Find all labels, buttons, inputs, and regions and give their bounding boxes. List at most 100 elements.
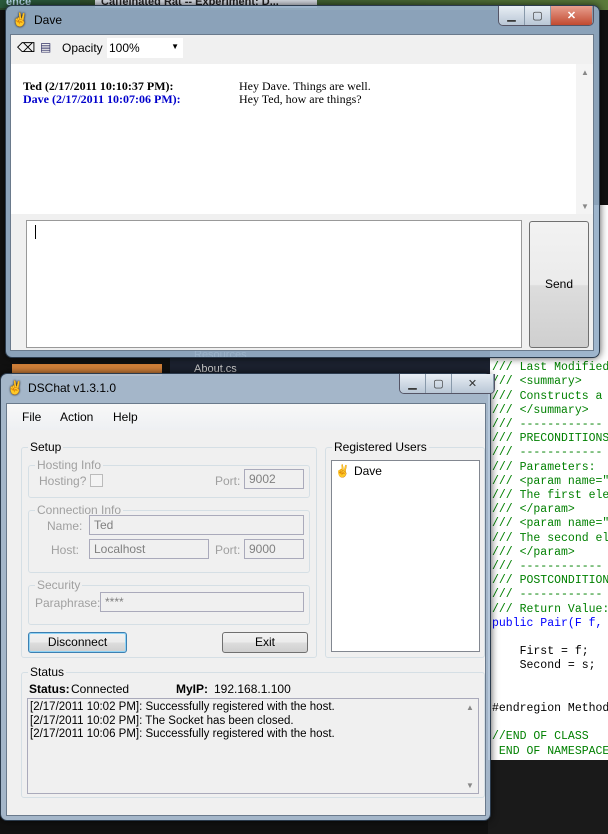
registered-users-group: Registered Users ✌ Dave — [325, 440, 485, 658]
code-line: /// </param> — [492, 545, 575, 559]
hosting-port-field[interactable]: 9002 — [244, 469, 304, 489]
scrollbar[interactable]: ▲ ▼ — [461, 699, 478, 793]
connection-info-group: Connection Info Name: Ted Host: Localhos… — [28, 503, 310, 573]
close-button[interactable]: ✕ — [452, 374, 494, 393]
eraser-icon[interactable]: ⌫ — [17, 40, 35, 56]
menu-help[interactable]: Help — [113, 410, 138, 424]
window-title: DSChat v1.3.1.0 — [28, 381, 117, 395]
status-label: Status: — [29, 682, 70, 696]
code-line: /// Constructs a — [492, 389, 603, 403]
app-icon: ✌ — [7, 380, 24, 395]
main-window: ✌ DSChat v1.3.1.0 ▁ ▢ ✕ File Action Help… — [0, 373, 495, 821]
minimize-button[interactable]: ▁ — [499, 6, 525, 25]
exit-button[interactable]: Exit — [222, 632, 308, 653]
disconnect-button[interactable]: Disconnect — [28, 632, 127, 653]
code-line: /// <param name=" — [492, 517, 608, 531]
code-line: public Pair(F f, — [492, 616, 603, 630]
chat-message: Ted (2/17/2011 10:10:37 PM): Hey Dave. Th… — [23, 79, 563, 93]
close-button[interactable]: ✕ — [551, 6, 593, 25]
status-group: Status Status: Connected MyIP: 192.168.1… — [21, 665, 485, 798]
host-label: Host: — [51, 543, 80, 557]
scroll-up-icon[interactable]: ▲ — [581, 68, 589, 77]
code-line: /// </param> — [492, 503, 575, 517]
code-line: /// ------------ — [492, 560, 603, 573]
setup-legend: Setup — [28, 440, 64, 454]
scroll-down-icon[interactable]: ▼ — [581, 202, 589, 211]
code-line: #endregion Method — [492, 702, 608, 715]
text-cursor — [35, 225, 36, 239]
code-line: Second = s; — [492, 659, 596, 673]
scroll-down-icon[interactable]: ▼ — [466, 781, 474, 790]
menu-bar: File Action Help — [7, 404, 485, 430]
ip-label: MyIP: — [176, 682, 209, 696]
code-line: /// Parameters: — [492, 460, 596, 474]
app-icon: ✌ — [12, 12, 29, 27]
hosting-checkbox[interactable] — [90, 474, 103, 487]
user-name: Dave — [353, 464, 382, 478]
code-line: /// POSTCONDITION — [492, 574, 608, 588]
status-legend: Status — [28, 665, 67, 679]
send-button[interactable]: Send — [529, 221, 589, 348]
code-line: First = f; — [492, 645, 589, 659]
desktop-background — [488, 760, 608, 834]
code-line: /// The first ele — [492, 489, 608, 502]
toolbar: ⌫ ▤ Opacity 100% ▼ — [11, 35, 593, 62]
menu-file[interactable]: File — [22, 410, 41, 424]
registered-users-legend: Registered Users — [332, 440, 429, 454]
code-line: /// PRECONDITIONS — [492, 432, 608, 446]
code-line: /// ------------ — [492, 588, 603, 602]
scroll-up-icon[interactable]: ▲ — [466, 703, 474, 712]
hosting-label: Hosting? — [39, 474, 87, 488]
user-icon: ✌ — [335, 464, 350, 478]
log-entry: [2/17/2011 10:02 PM]: Successfully regis… — [30, 701, 335, 713]
maximize-button[interactable]: ▢ — [525, 6, 551, 25]
security-group: Security Paraphrase: **** — [28, 578, 310, 625]
chevron-down-icon: ▼ — [171, 42, 179, 51]
security-legend: Security — [35, 578, 83, 592]
hosting-info-group: Hosting Info Hosting? Port: 9002 — [28, 458, 310, 498]
code-line: /// The second el — [492, 531, 608, 545]
window-controls: ▁ ▢ ✕ — [498, 6, 594, 26]
minimize-button[interactable]: ▁ — [400, 374, 426, 393]
hosting-port-label: Port: — [215, 474, 241, 488]
ip-value: 192.168.1.100 — [214, 682, 291, 696]
list-item[interactable]: ✌ Dave — [335, 464, 382, 478]
window-controls: ▁ ▢ ✕ — [399, 374, 495, 394]
code-line: /// Last Modified — [492, 361, 608, 375]
maximize-button[interactable]: ▢ — [426, 374, 452, 393]
port-field[interactable]: 9000 — [244, 539, 304, 559]
chat-history: Ted (2/17/2011 10:10:37 PM): Hey Dave. Th… — [11, 64, 593, 214]
status-value: Connected — [71, 682, 130, 696]
users-list[interactable]: ✌ Dave — [331, 460, 480, 652]
document-icon[interactable]: ▤ — [40, 40, 51, 54]
log-entry: [2/17/2011 10:02 PM]: The Socket has bee… — [30, 714, 294, 727]
code-line: /// <summary> — [492, 375, 582, 389]
code-line: //END OF CLASS — [492, 730, 589, 744]
chat-window: ✌ Dave ▁ ▢ ✕ ⌫ ▤ Opacity 100% ▼ Ted (2/1… — [5, 5, 600, 358]
chat-message: Dave (2/17/2011 10:07:06 PM): Hey Ted, ho… — [23, 92, 563, 106]
menu-action[interactable]: Action — [60, 410, 93, 424]
opacity-value: 100% — [109, 41, 140, 55]
message-sender: Dave (2/17/2011 10:07:06 PM): — [23, 92, 181, 106]
host-field[interactable]: Localhost — [89, 539, 209, 559]
code-line: /// ------------ — [492, 446, 603, 460]
opacity-dropdown[interactable]: 100% ▼ — [107, 38, 183, 58]
code-line: END OF NAMESPACE — [492, 744, 608, 758]
hosting-legend: Hosting Info — [35, 458, 104, 472]
port-label: Port: — [215, 543, 241, 557]
code-line: /// </summary> — [492, 403, 589, 417]
log-entry: [2/17/2011 10:06 PM]: Successfully regis… — [30, 728, 335, 740]
scrollbar[interactable]: ▲ ▼ — [576, 64, 593, 214]
window-title: Dave — [34, 13, 63, 27]
message-text: Hey Ted, how are things? — [239, 92, 362, 106]
message-input[interactable] — [26, 220, 522, 348]
name-label: Name: — [47, 519, 83, 533]
paraphrase-label: Paraphrase: — [35, 596, 101, 610]
setup-group: Setup Hosting Info Hosting? Port: 9002 C… — [21, 440, 317, 658]
paraphrase-field[interactable]: **** — [100, 592, 304, 612]
code-line: /// <param name=" — [492, 474, 608, 488]
code-line: /// ------------ — [492, 418, 603, 431]
status-log[interactable]: [2/17/2011 10:02 PM]: Successfully regis… — [27, 698, 479, 794]
code-line: /// Return Value: — [492, 602, 608, 616]
name-field[interactable]: Ted — [89, 515, 304, 535]
